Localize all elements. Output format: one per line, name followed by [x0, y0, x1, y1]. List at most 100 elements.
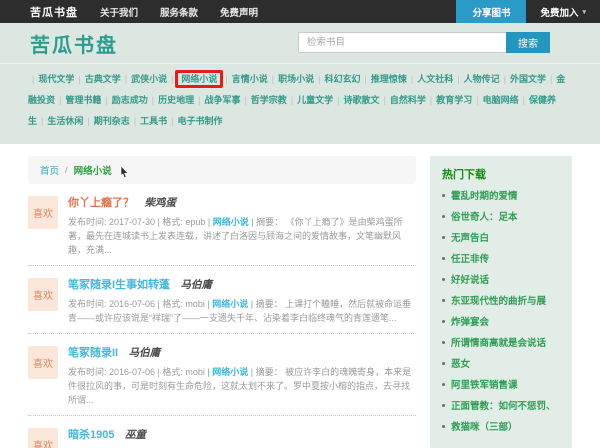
- hot-download-link[interactable]: 所谓情商高就是会说话: [451, 338, 546, 350]
- nav-item-21[interactable]: 电脑网络: [483, 95, 519, 105]
- book-entry: 喜欢 笔冢随录I生事如转蓬 马伯庸 发布时间: 2016-07-06 | 格式:…: [28, 266, 416, 334]
- nav-divider: |: [272, 74, 274, 84]
- chevron-down-icon: ▾: [582, 8, 586, 16]
- book-meta: 发布时间: 2017-07-30 | 格式: epub | 网络小说 | 摘要：…: [68, 215, 416, 257]
- hot-download-item: 任正非传: [442, 254, 560, 266]
- nav-item-7[interactable]: 推理惊悚: [371, 74, 407, 84]
- nav-divider: |: [171, 116, 173, 126]
- bullet-icon: [442, 320, 445, 323]
- nav-item-4[interactable]: 言情小说: [232, 74, 268, 84]
- breadcrumb: 首页 / 网络小说: [28, 156, 416, 184]
- nav-item-12[interactable]: 管理书籍: [65, 95, 101, 105]
- topbar-spacer: [258, 0, 456, 23]
- topbar-link-about[interactable]: 关于我们: [100, 5, 138, 19]
- hot-download-item: 俗世奇人：足本: [442, 212, 560, 224]
- hot-download-item: 救猫咪（三部）: [442, 422, 560, 434]
- nav-divider: |: [32, 74, 34, 84]
- search-input[interactable]: [298, 32, 506, 53]
- nav-item-20[interactable]: 教育学习: [436, 95, 472, 105]
- topbar-link-disclaimer[interactable]: 免费声明: [220, 5, 258, 19]
- book-title-link[interactable]: 暗杀1905: [68, 429, 114, 441]
- bullet-icon: [442, 236, 445, 239]
- hot-download-link[interactable]: 好好说话: [451, 275, 489, 287]
- free-join-button[interactable]: 免费加入 ▾: [526, 0, 600, 23]
- hot-download-item: 东亚现代性的曲折与展: [442, 296, 560, 308]
- nav-item-13[interactable]: 励志成功: [112, 95, 148, 105]
- hot-download-item: 正面管教：如何不惩罚、: [442, 401, 560, 413]
- hot-downloads-panel: 热门下载 霍乱时期的爱情 俗世奇人：足本 无声告白 任正非传 好好说话 东亚现代…: [430, 156, 572, 448]
- book-category-link[interactable]: 网络小说: [212, 367, 248, 377]
- book-category-link[interactable]: 网络小说: [213, 217, 249, 227]
- hot-download-link[interactable]: 霍乱时期的爱情: [451, 191, 518, 203]
- nav-item-23[interactable]: 生活休闲: [47, 116, 83, 126]
- hot-download-link[interactable]: 东亚现代性的曲折与展: [451, 296, 546, 308]
- book-list: 喜欢 你丫上瘾了？ 柴鸡蛋 发布时间: 2017-07-30 | 格式: epu…: [28, 184, 416, 448]
- nav-item-2[interactable]: 武侠小说: [131, 74, 167, 84]
- nav-item-17[interactable]: 儿童文学: [297, 95, 333, 105]
- nav-divider: |: [411, 74, 413, 84]
- like-button[interactable]: 喜欢: [28, 196, 58, 229]
- bullet-icon: [442, 425, 445, 428]
- nav-item-1[interactable]: 古典文学: [85, 74, 121, 84]
- share-books-button[interactable]: 分享图书: [456, 0, 526, 23]
- hot-download-link[interactable]: 恶女: [451, 359, 470, 371]
- nav-divider: |: [134, 116, 136, 126]
- like-button[interactable]: 喜欢: [28, 278, 58, 311]
- nav-item-9[interactable]: 人物传记: [464, 74, 500, 84]
- hot-download-link[interactable]: 俗世奇人：足本: [451, 212, 518, 224]
- hot-download-link[interactable]: 任正非传: [451, 254, 489, 266]
- hot-download-link[interactable]: 阿里铁军销售课: [451, 380, 518, 392]
- book-title-link[interactable]: 你丫上瘾了？: [68, 197, 134, 209]
- nav-divider: |: [550, 74, 552, 84]
- nav-item-25[interactable]: 工具书: [140, 116, 167, 126]
- hot-download-link[interactable]: 无声告白: [451, 233, 489, 245]
- book-author: 柴鸡蛋: [144, 197, 176, 209]
- bullet-icon: [442, 215, 445, 218]
- breadcrumb-home-link[interactable]: 首页: [40, 163, 59, 177]
- nav-item-10[interactable]: 外国文学: [510, 74, 546, 84]
- book-title-line: 笔冢随录II 马伯庸: [68, 343, 416, 361]
- nav-divider: |: [87, 116, 89, 126]
- hot-download-link[interactable]: 正面管教：如何不惩罚、: [451, 401, 556, 413]
- nav-item-18[interactable]: 诗歌散文: [344, 95, 380, 105]
- page: 苦瓜书盘 关于我们 服务条款 免费声明 分享图书 免费加入 ▾ 苦瓜书盘 搜索 …: [0, 0, 600, 448]
- nav-item-15[interactable]: 战争军事: [204, 95, 240, 105]
- bullet-icon: [442, 362, 445, 365]
- nav-item-16[interactable]: 哲学宗教: [251, 95, 287, 105]
- breadcrumb-separator: /: [65, 165, 68, 176]
- book-title-link[interactable]: 笔冢随录II: [68, 347, 118, 359]
- like-button[interactable]: 喜欢: [28, 346, 58, 379]
- nav-divider: |: [523, 95, 525, 105]
- bullet-icon: [442, 299, 445, 302]
- breadcrumb-current-link[interactable]: 网络小说: [74, 163, 112, 177]
- topbar-link-terms[interactable]: 服务条款: [160, 5, 198, 19]
- nav-item-24[interactable]: 期刊杂志: [94, 116, 130, 126]
- nav-divider: |: [198, 95, 200, 105]
- nav-item-19[interactable]: 自然科学: [390, 95, 426, 105]
- nav-item-14[interactable]: 历史地理: [158, 95, 194, 105]
- category-nav: | 现代文学 | 古典文学 | 武侠小说 | 网络小说 | 言情小说 | 职场小说 | 科幻玄幻 | 推理惊悚…: [0, 63, 600, 144]
- hot-download-link[interactable]: 炸弹宴会: [451, 317, 489, 329]
- search-button[interactable]: 搜索: [506, 32, 550, 53]
- nav-item-0[interactable]: 现代文学: [38, 74, 74, 84]
- book-title-link[interactable]: 笔冢随录I生事如转蓬: [68, 279, 170, 291]
- hot-download-link[interactable]: 救猫咪（三部）: [451, 422, 518, 434]
- nav-divider: |: [318, 74, 320, 84]
- site-logo[interactable]: 苦瓜书盘: [30, 29, 118, 58]
- nav-divider: |: [59, 95, 61, 105]
- book-info: 笔冢随录I生事如转蓬 马伯庸 发布时间: 2016-07-06 | 格式: mo…: [68, 275, 416, 325]
- nav-divider: |: [430, 95, 432, 105]
- like-button[interactable]: 喜欢: [28, 428, 58, 448]
- nav-item-3-highlighted[interactable]: 网络小说: [175, 70, 223, 88]
- hot-download-item: 阿里铁军销售课: [442, 380, 560, 392]
- free-join-label: 免费加入: [540, 5, 578, 19]
- nav-item-8[interactable]: 人文社科: [417, 74, 453, 84]
- book-entry: 喜欢 暗杀1905 巫童 发布时间: 2016-07-05 | 格式: mobi…: [28, 416, 416, 448]
- nav-item-6[interactable]: 科幻玄幻: [325, 74, 361, 84]
- nav-item-5[interactable]: 职场小说: [278, 74, 314, 84]
- book-title-line: 暗杀1905 巫童: [68, 425, 416, 443]
- book-category-link[interactable]: 网络小说: [212, 299, 248, 309]
- book-meta-pre: 发布时间: 2016-07-06 | 格式: mobi |: [68, 367, 212, 377]
- hot-downloads-title: 热门下载: [442, 166, 560, 182]
- nav-item-26[interactable]: 电子书制作: [177, 116, 222, 126]
